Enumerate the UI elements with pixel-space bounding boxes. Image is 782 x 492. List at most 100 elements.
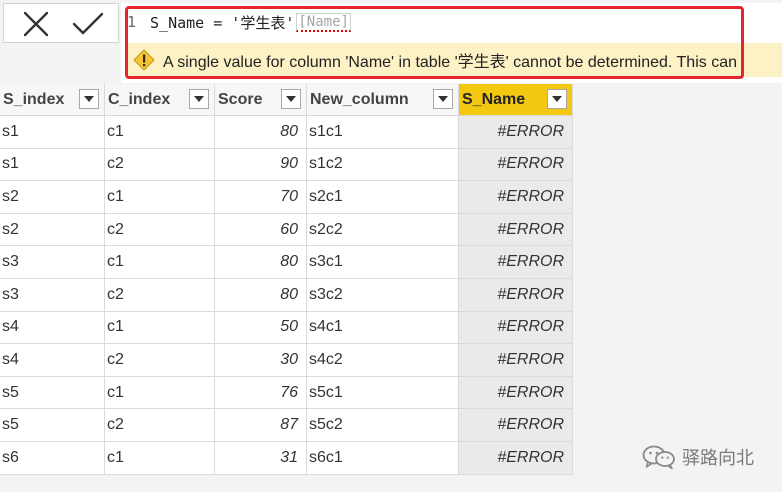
cell-c-index[interactable]: c2 bbox=[105, 278, 215, 312]
cell-s-index[interactable]: s3 bbox=[0, 278, 105, 312]
column-header-label: S_index bbox=[3, 90, 65, 108]
cell-new-column[interactable]: s4c2 bbox=[307, 344, 459, 377]
column-header-score[interactable]: Score bbox=[215, 84, 307, 116]
watermark-text: 驿路向北 bbox=[682, 448, 754, 469]
cell-s-name[interactable]: #ERROR bbox=[459, 116, 573, 149]
cell-c-index[interactable]: c2 bbox=[105, 409, 215, 442]
table-row[interactable]: s6 c1 31 s6c1 #ERROR bbox=[0, 441, 573, 475]
cell-score[interactable]: 90 bbox=[215, 148, 307, 182]
column-header-c-index[interactable]: C_index bbox=[105, 84, 215, 116]
column-filter-button[interactable] bbox=[433, 89, 453, 109]
cell-c-index[interactable]: c1 bbox=[105, 116, 215, 149]
cell-s-name[interactable]: #ERROR bbox=[459, 409, 573, 442]
formula-line[interactable]: 1 S_Name = '学生表' [Name] bbox=[127, 11, 351, 33]
wechat-icon bbox=[642, 445, 675, 470]
table-row[interactable]: s4 c1 50 s4c1 #ERROR bbox=[0, 311, 573, 345]
table-row[interactable]: s5 c2 87 s5c2 #ERROR bbox=[0, 409, 573, 442]
cell-c-index[interactable]: c2 bbox=[105, 344, 215, 377]
line-number: 1 bbox=[127, 13, 137, 31]
cell-score[interactable]: 31 bbox=[215, 441, 307, 475]
chevron-down-icon bbox=[552, 95, 562, 102]
cell-score[interactable]: 80 bbox=[215, 278, 307, 312]
column-filter-button[interactable] bbox=[189, 89, 209, 109]
cell-s-index[interactable]: s2 bbox=[0, 213, 105, 247]
cell-s-name[interactable]: #ERROR bbox=[459, 278, 573, 312]
cell-s-index[interactable]: s5 bbox=[0, 376, 105, 410]
formula-bar-actions bbox=[3, 3, 119, 43]
column-filter-button[interactable] bbox=[547, 89, 567, 109]
cell-new-column[interactable]: s3c2 bbox=[307, 278, 459, 312]
table-row[interactable]: s2 c2 60 s2c2 #ERROR bbox=[0, 213, 573, 247]
cell-new-column[interactable]: s6c1 bbox=[307, 441, 459, 475]
cancel-formula-button[interactable] bbox=[18, 9, 54, 39]
cell-s-index[interactable]: s4 bbox=[0, 344, 105, 377]
cell-score[interactable]: 50 bbox=[215, 311, 307, 345]
watermark: 驿路向北 bbox=[642, 444, 754, 470]
close-icon bbox=[23, 11, 49, 37]
warning-message: A single value for column 'Name' in tabl… bbox=[163, 54, 737, 71]
power-bi-data-view: 1 S_Name = '学生表' [Name] A single value f… bbox=[0, 0, 782, 492]
cell-s-index[interactable]: s4 bbox=[0, 311, 105, 345]
cell-new-column[interactable]: s1c2 bbox=[307, 148, 459, 182]
cell-s-name[interactable]: #ERROR bbox=[459, 213, 573, 247]
cell-score[interactable]: 80 bbox=[215, 116, 307, 149]
cell-s-name[interactable]: #ERROR bbox=[459, 344, 573, 377]
column-header-s-name[interactable]: S_Name bbox=[459, 84, 573, 116]
chevron-down-icon bbox=[194, 95, 204, 102]
cell-s-name[interactable]: #ERROR bbox=[459, 376, 573, 410]
cell-s-name[interactable]: #ERROR bbox=[459, 441, 573, 475]
cell-score[interactable]: 70 bbox=[215, 181, 307, 214]
data-rows: s1 c1 80 s1c1 #ERROR s1 c2 90 s1c2 #ERROR s2 c1 70 s2… bbox=[0, 116, 573, 475]
cell-c-index[interactable]: c1 bbox=[105, 311, 215, 345]
column-filter-button[interactable] bbox=[79, 89, 99, 109]
table-row[interactable]: s3 c2 80 s3c2 #ERROR bbox=[0, 278, 573, 312]
cell-s-index[interactable]: s1 bbox=[0, 148, 105, 182]
warning-icon bbox=[133, 49, 155, 71]
chevron-down-icon bbox=[438, 95, 448, 102]
cell-score[interactable]: 80 bbox=[215, 246, 307, 279]
cell-score[interactable]: 30 bbox=[215, 344, 307, 377]
cell-s-index[interactable]: s6 bbox=[0, 441, 105, 475]
formula-text[interactable]: S_Name = '学生表' bbox=[150, 12, 294, 33]
cell-c-index[interactable]: c1 bbox=[105, 181, 215, 214]
chevron-down-icon bbox=[84, 95, 94, 102]
cell-s-name[interactable]: #ERROR bbox=[459, 148, 573, 182]
column-filter-button[interactable] bbox=[281, 89, 301, 109]
table-row[interactable]: s1 c2 90 s1c2 #ERROR bbox=[0, 148, 573, 182]
table-row[interactable]: s2 c1 70 s2c1 #ERROR bbox=[0, 181, 573, 214]
column-header-label: C_index bbox=[108, 90, 171, 108]
cell-c-index[interactable]: c1 bbox=[105, 376, 215, 410]
table-row[interactable]: s3 c1 80 s3c1 #ERROR bbox=[0, 246, 573, 279]
table-row[interactable]: s5 c1 76 s5c1 #ERROR bbox=[0, 376, 573, 410]
cell-s-name[interactable]: #ERROR bbox=[459, 246, 573, 279]
cell-score[interactable]: 60 bbox=[215, 213, 307, 247]
cell-s-index[interactable]: s2 bbox=[0, 181, 105, 214]
cell-score[interactable]: 87 bbox=[215, 409, 307, 442]
cell-s-index[interactable]: s1 bbox=[0, 116, 105, 149]
cell-new-column[interactable]: s2c1 bbox=[307, 181, 459, 214]
table-row[interactable]: s4 c2 30 s4c2 #ERROR bbox=[0, 344, 573, 377]
cell-new-column[interactable]: s5c2 bbox=[307, 409, 459, 442]
cell-s-index[interactable]: s5 bbox=[0, 409, 105, 442]
commit-formula-button[interactable] bbox=[70, 9, 106, 39]
cell-s-index[interactable]: s3 bbox=[0, 246, 105, 279]
column-header-label: Score bbox=[218, 90, 263, 108]
cell-s-name[interactable]: #ERROR bbox=[459, 311, 573, 345]
cell-c-index[interactable]: c2 bbox=[105, 148, 215, 182]
cell-c-index[interactable]: c2 bbox=[105, 213, 215, 247]
cell-s-name[interactable]: #ERROR bbox=[459, 181, 573, 214]
cell-new-column[interactable]: s2c2 bbox=[307, 213, 459, 247]
cell-new-column[interactable]: s1c1 bbox=[307, 116, 459, 149]
cell-new-column[interactable]: s4c1 bbox=[307, 311, 459, 345]
cell-c-index[interactable]: c1 bbox=[105, 246, 215, 279]
formula-column-reference[interactable]: [Name] bbox=[296, 12, 351, 32]
column-header-row: S_index C_index Score New_column S_Name bbox=[0, 84, 573, 116]
table-row[interactable]: s1 c1 80 s1c1 #ERROR bbox=[0, 116, 573, 149]
cell-new-column[interactable]: s3c1 bbox=[307, 246, 459, 279]
column-header-label: New_column bbox=[310, 90, 409, 108]
column-header-s-index[interactable]: S_index bbox=[0, 84, 105, 116]
cell-score[interactable]: 76 bbox=[215, 376, 307, 410]
cell-new-column[interactable]: s5c1 bbox=[307, 376, 459, 410]
cell-c-index[interactable]: c1 bbox=[105, 441, 215, 475]
column-header-new-column[interactable]: New_column bbox=[307, 84, 459, 116]
